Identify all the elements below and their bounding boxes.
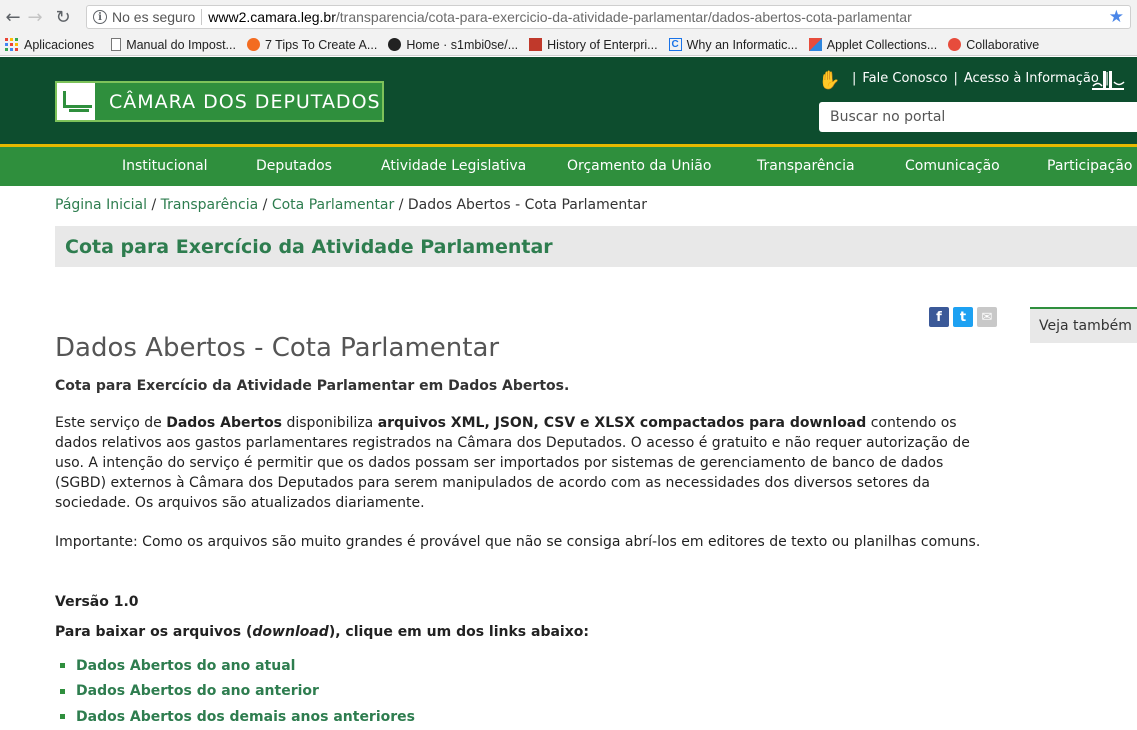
divider: | — [852, 71, 857, 86]
para-text: Este serviço de — [55, 415, 167, 431]
back-arrow-icon[interactable]: ← — [2, 6, 24, 28]
document-icon — [111, 38, 122, 51]
github-icon — [388, 38, 402, 51]
list-item: Dados Abertos dos demais anos anteriores — [60, 704, 415, 730]
section-banner: Cota para Exercício da Atividade Parlame… — [55, 226, 1137, 267]
bookmark-label: Why an Informatic... — [686, 37, 798, 52]
breadcrumb-current: Dados Abertos - Cota Parlamentar — [407, 197, 648, 213]
header-links: | Fale Conosco | Acesso à Informação | — [846, 71, 1115, 86]
bookmark-item[interactable]: Manual do Impost... — [111, 38, 236, 52]
list-item: Dados Abertos do ano anterior — [60, 679, 415, 705]
collab-icon — [948, 38, 962, 51]
download-links: Dados Abertos do ano atual Dados Abertos… — [60, 653, 415, 730]
breadcrumb-cota[interactable]: Cota Parlamentar — [272, 197, 394, 213]
bookmarks-bar: Aplicaciones Manual do Impost... 7 Tips … — [0, 34, 1137, 56]
dl-emphasis: download — [252, 624, 329, 640]
page-title: Dados Abertos - Cota Parlamentar — [55, 333, 500, 363]
url-path: /transparencia/cota-para-exercicio-da-at… — [335, 9, 912, 25]
bookmark-label: Collaborative — [966, 37, 1040, 52]
sign-language-icon[interactable]: ✋ — [818, 70, 840, 91]
address-bar[interactable]: i No es seguro www2.camara.leg.br/transp… — [86, 5, 1131, 29]
bookmark-label: Aplicaciones — [24, 37, 95, 52]
breadcrumb-separator: / — [394, 197, 408, 213]
bookmark-item[interactable]: 7 Tips To Create A... — [246, 37, 378, 52]
bookmark-label: Home · s1mbi0se/... — [406, 37, 519, 52]
bookmark-item[interactable]: Home · s1mbi0se/... — [388, 38, 518, 52]
bookmark-item[interactable]: C Why an Informatic... — [668, 37, 798, 52]
section-title: Cota para Exercício da Atividade Parlame… — [65, 236, 553, 258]
forward-arrow-icon[interactable]: → — [24, 6, 46, 28]
version-label: Versão 1.0 — [55, 594, 139, 610]
nav-item-participacao[interactable]: Participação — [1047, 158, 1132, 174]
c-logo-icon: C — [668, 38, 682, 51]
link-ano-atual[interactable]: Dados Abertos do ano atual — [76, 658, 295, 674]
veja-tambem-label: Veja também — [1039, 318, 1132, 334]
fale-conosco-link[interactable]: Fale Conosco — [862, 71, 947, 86]
nav-item-transparencia[interactable]: Transparência — [757, 158, 855, 174]
search-placeholder: Buscar no portal — [830, 109, 946, 125]
nav-item-deputados[interactable]: Deputados — [256, 158, 332, 174]
bookmark-apps[interactable]: Aplicaciones — [0, 38, 94, 52]
important-note: Importante: Como os arquivos são muito g… — [55, 534, 981, 550]
facebook-icon[interactable]: f — [929, 307, 949, 327]
main-navigation: Institucional Deputados Atividade Legisl… — [0, 144, 1137, 186]
para-bold: Dados Abertos — [166, 415, 283, 431]
bullet-icon — [60, 714, 65, 720]
bookmark-star-icon[interactable]: ★ — [1109, 7, 1124, 27]
bookmark-label: 7 Tips To Create A... — [264, 37, 378, 52]
apps-grid-icon — [5, 38, 18, 51]
share-buttons: f t ✉ — [929, 307, 1001, 327]
twitter-icon[interactable]: t — [953, 307, 973, 327]
bookmark-label: History of Enterpri... — [547, 37, 658, 52]
veja-tambem-tab[interactable]: Veja também — [1030, 307, 1137, 343]
description-paragraph: Este serviço de Dados Abertos disponibil… — [55, 413, 995, 513]
smile-icon — [246, 38, 260, 51]
breadcrumb-separator: / — [258, 197, 272, 213]
lead-text: Cota para Exercício da Atividade Parlame… — [55, 378, 570, 394]
breadcrumb: Página Inicial / Transparência / Cota Pa… — [55, 197, 647, 213]
reload-icon[interactable]: ↻ — [52, 6, 74, 28]
para-text: disponibiliza — [282, 415, 378, 431]
browser-toolbar: ← → ↻ i No es seguro www2.camara.leg.br /… — [0, 0, 1137, 34]
dl-text: Para baixar os arquivos ( — [55, 624, 253, 640]
congress-building-icon[interactable] — [1090, 69, 1126, 91]
breadcrumb-home[interactable]: Página Inicial — [55, 197, 147, 213]
hbr-icon — [529, 38, 543, 51]
acesso-informacao-link[interactable]: Acesso à Informação — [964, 71, 1099, 86]
applet-icon — [808, 38, 822, 51]
download-instructions: Para baixar os arquivos (download), cliq… — [55, 624, 589, 640]
security-label: No es seguro — [112, 9, 196, 25]
bullet-icon — [60, 663, 65, 669]
link-demais-anos[interactable]: Dados Abertos dos demais anos anteriores — [76, 709, 415, 725]
bookmark-label: Applet Collections... — [826, 37, 938, 52]
camara-logo[interactable]: CÂMARA DOS DEPUTADOS — [55, 81, 384, 122]
list-item: Dados Abertos do ano atual — [60, 653, 415, 679]
info-icon[interactable]: i — [93, 10, 107, 24]
logo-text: CÂMARA DOS DEPUTADOS — [109, 90, 381, 113]
email-icon[interactable]: ✉ — [977, 307, 997, 327]
bookmark-item[interactable]: History of Enterpri... — [529, 37, 658, 52]
nav-item-comunicacao[interactable]: Comunicação — [905, 158, 1000, 174]
nav-item-atividade-legislativa[interactable]: Atividade Legislativa — [381, 158, 526, 174]
nav-item-institucional[interactable]: Institucional — [122, 158, 208, 174]
nav-item-orcamento[interactable]: Orçamento da União — [567, 158, 711, 174]
divider: | — [953, 71, 958, 86]
dl-text: ), clique em um dos links abaixo: — [328, 624, 589, 640]
breadcrumb-transparencia[interactable]: Transparência — [161, 197, 259, 213]
bookmark-item[interactable]: Applet Collections... — [808, 37, 938, 52]
para-bold: arquivos XML, JSON, CSV e XLSX compactad… — [377, 415, 867, 431]
link-ano-anterior[interactable]: Dados Abertos do ano anterior — [76, 683, 319, 699]
search-input[interactable]: Buscar no portal — [819, 102, 1137, 132]
bookmark-label: Manual do Impost... — [126, 37, 236, 52]
camara-logo-icon — [57, 83, 95, 120]
breadcrumb-separator: / — [147, 197, 161, 213]
url-host: www2.camara.leg.br — [208, 9, 336, 25]
bullet-icon — [60, 688, 65, 694]
address-divider — [201, 9, 203, 25]
site-header: CÂMARA DOS DEPUTADOS ✋ | Fale Conosco | … — [0, 57, 1137, 144]
bookmark-item[interactable]: Collaborative — [948, 38, 1039, 52]
